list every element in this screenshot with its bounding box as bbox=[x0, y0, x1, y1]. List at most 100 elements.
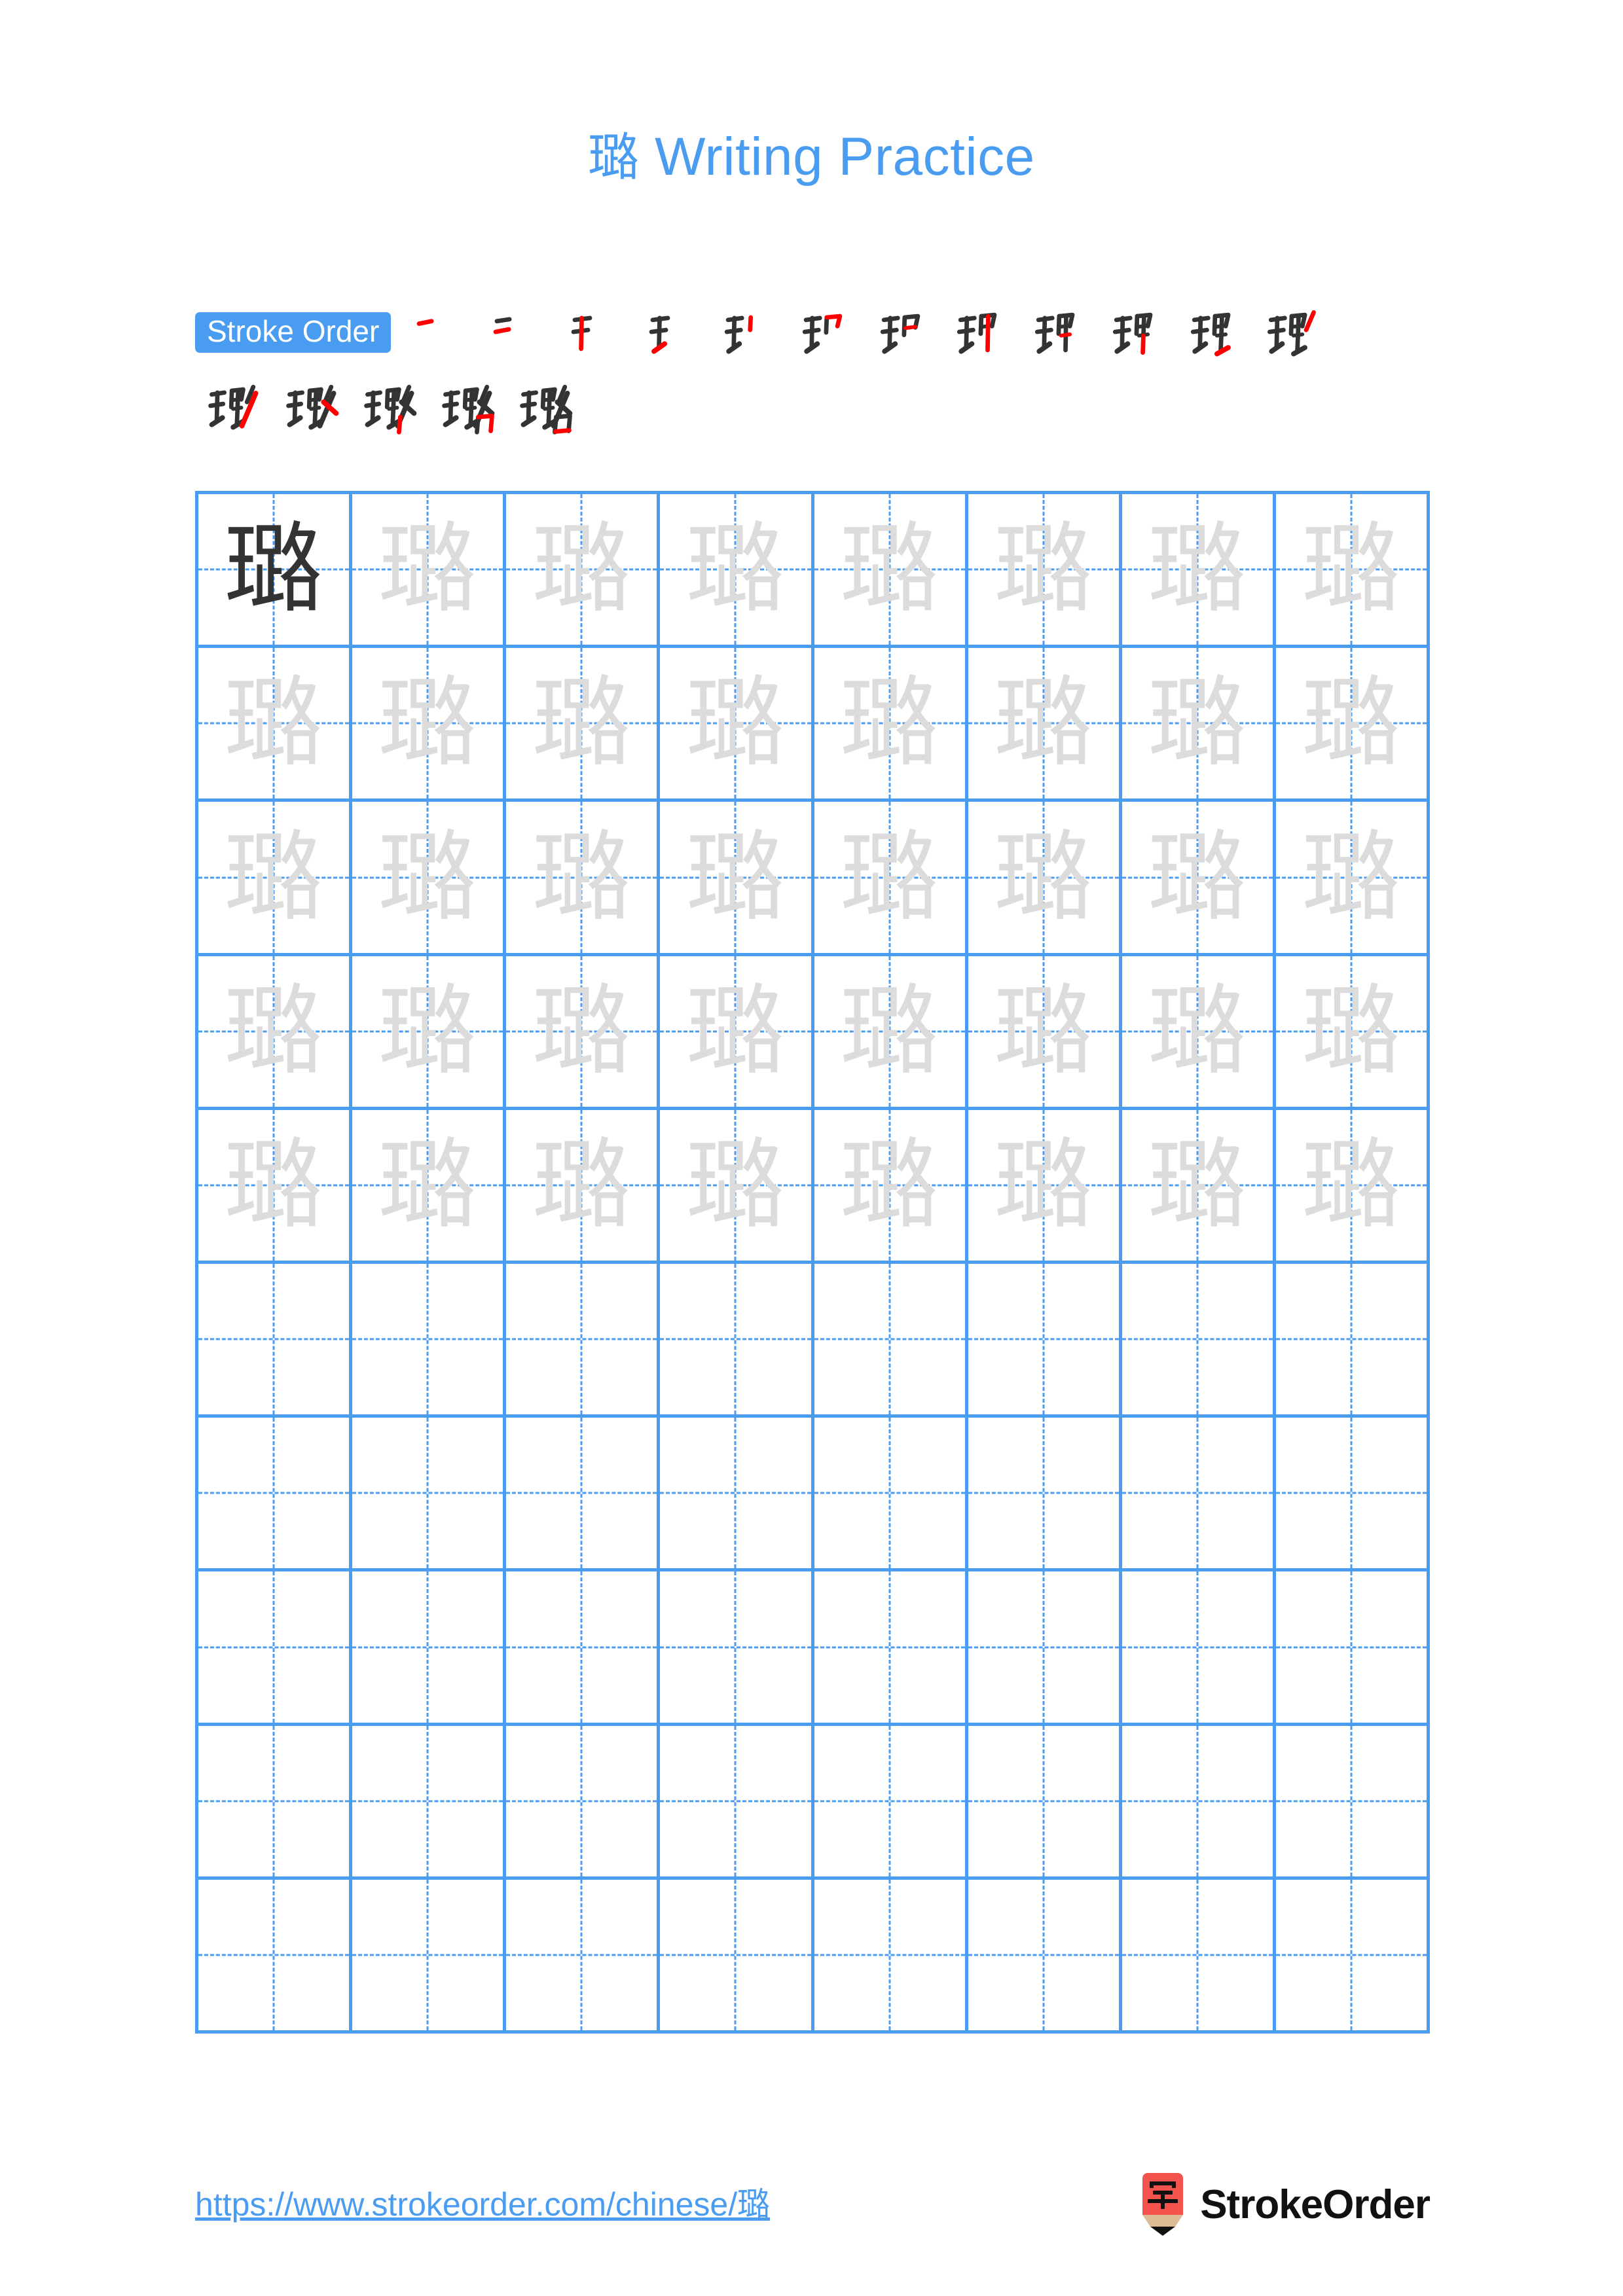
practice-cell[interactable]: 璐 bbox=[1276, 1109, 1430, 1261]
practice-char: 璐 bbox=[840, 512, 939, 627]
practice-cell[interactable]: 璐 bbox=[352, 648, 507, 799]
practice-char: 璐 bbox=[1302, 820, 1400, 935]
practice-cell-blank[interactable] bbox=[814, 1725, 968, 1876]
practice-cell-blank[interactable] bbox=[968, 1571, 1122, 1723]
practice-cell-blank[interactable] bbox=[968, 1879, 1122, 2031]
practice-cell-blank[interactable] bbox=[1276, 1879, 1430, 2031]
practice-cell-blank[interactable] bbox=[814, 1879, 968, 2031]
practice-cell[interactable]: 璐 bbox=[660, 802, 814, 953]
practice-cell-blank[interactable] bbox=[506, 1418, 661, 1569]
practice-cell-blank[interactable] bbox=[1276, 1725, 1430, 1876]
stroke-step-7 bbox=[862, 301, 940, 364]
practice-cell[interactable]: 璐 bbox=[1122, 802, 1276, 953]
practice-cell-blank[interactable] bbox=[1122, 1725, 1276, 1876]
source-url-link[interactable]: https://www.strokeorder.com/chinese/璐 bbox=[195, 2178, 770, 2225]
practice-cell-blank[interactable] bbox=[506, 1264, 661, 1415]
stroke-order-section: Stroke Order bbox=[195, 296, 1439, 442]
practice-cell-blank[interactable] bbox=[352, 1264, 507, 1415]
practice-cell[interactable]: 璐 bbox=[1122, 648, 1276, 799]
page-title-character: 璐 bbox=[588, 128, 640, 187]
practice-cell[interactable]: 璐 bbox=[814, 956, 968, 1107]
practice-cell[interactable]: 璐 bbox=[506, 956, 661, 1107]
practice-cell[interactable]: 璐 bbox=[814, 648, 968, 799]
practice-cell[interactable]: 璐 bbox=[198, 802, 353, 953]
practice-cell-blank[interactable] bbox=[814, 1264, 968, 1415]
practice-cell[interactable]: 璐 bbox=[1276, 648, 1430, 799]
practice-char: 璐 bbox=[225, 666, 323, 781]
practice-cell[interactable]: 璐 bbox=[660, 648, 814, 799]
practice-cell[interactable]: 璐 bbox=[660, 494, 814, 645]
practice-cell[interactable]: 璐 bbox=[198, 1109, 353, 1261]
practice-cell-blank[interactable] bbox=[506, 1725, 661, 1876]
practice-cell-blank[interactable] bbox=[660, 1725, 814, 1876]
practice-cell[interactable]: 璐 bbox=[352, 494, 507, 645]
practice-grid: 璐 璐 璐 璐 璐 璐 璐 璐 璐 璐 璐 璐 璐 璐 璐 璐 璐 璐 璐 璐 … bbox=[195, 491, 1430, 2034]
practice-cell-blank[interactable] bbox=[1122, 1264, 1276, 1415]
practice-cell-blank[interactable] bbox=[660, 1418, 814, 1569]
practice-char: 璐 bbox=[225, 1128, 323, 1242]
practice-cell-blank[interactable] bbox=[1276, 1571, 1430, 1723]
practice-cell-blank[interactable] bbox=[1276, 1418, 1430, 1569]
practice-cell-blank[interactable] bbox=[198, 1418, 353, 1569]
practice-cell-blank[interactable] bbox=[352, 1879, 507, 2031]
practice-cell[interactable]: 璐 bbox=[660, 1109, 814, 1261]
practice-cell[interactable]: 璐 bbox=[660, 956, 814, 1107]
practice-grid-row-6 bbox=[198, 1264, 1430, 1418]
practice-cell[interactable]: 璐 bbox=[198, 956, 353, 1107]
practice-cell[interactable]: 璐 bbox=[352, 956, 507, 1107]
practice-cell-blank[interactable] bbox=[968, 1725, 1122, 1876]
practice-cell[interactable]: 璐 bbox=[506, 494, 661, 645]
practice-char: 璐 bbox=[686, 820, 785, 935]
practice-cell[interactable]: 璐 bbox=[1122, 494, 1276, 645]
practice-cell[interactable]: 璐 bbox=[814, 1109, 968, 1261]
practice-cell-blank[interactable] bbox=[198, 1264, 353, 1415]
practice-cell[interactable]: 璐 bbox=[1276, 802, 1430, 953]
practice-cell[interactable]: 璐 bbox=[352, 802, 507, 953]
practice-cell[interactable]: 璐 bbox=[1122, 1109, 1276, 1261]
practice-cell[interactable]: 璐 bbox=[506, 1109, 661, 1261]
practice-cell[interactable]: 璐 bbox=[968, 802, 1122, 953]
practice-cell-blank[interactable] bbox=[198, 1571, 353, 1723]
practice-cell-blank[interactable] bbox=[660, 1571, 814, 1723]
practice-grid-row-3: 璐 璐 璐 璐 璐 璐 璐 璐 bbox=[198, 802, 1430, 956]
practice-cell-blank[interactable] bbox=[968, 1418, 1122, 1569]
practice-cell[interactable]: 璐 bbox=[968, 494, 1122, 645]
practice-cell[interactable]: 璐 bbox=[506, 648, 661, 799]
practice-cell[interactable]: 璐 bbox=[814, 494, 968, 645]
strokeorder-logo[interactable]: StrokeOrder bbox=[1139, 2173, 1431, 2236]
practice-cell[interactable]: 璐 bbox=[1276, 956, 1430, 1107]
page-footer: https://www.strokeorder.com/chinese/璐 St… bbox=[0, 2173, 1623, 2251]
practice-cell-blank[interactable] bbox=[506, 1879, 661, 2031]
practice-cell[interactable]: 璐 bbox=[506, 802, 661, 953]
practice-cell-blank[interactable] bbox=[660, 1264, 814, 1415]
practice-grid-row-1: 璐 璐 璐 璐 璐 璐 璐 璐 bbox=[198, 494, 1430, 649]
practice-cell[interactable]: 璐 bbox=[968, 648, 1122, 799]
practice-cell-blank[interactable] bbox=[814, 1571, 968, 1723]
practice-cell-blank[interactable] bbox=[1276, 1264, 1430, 1415]
practice-cell[interactable]: 璐 bbox=[352, 1109, 507, 1261]
stroke-step-16 bbox=[429, 374, 507, 437]
stroke-step-5 bbox=[706, 301, 784, 364]
practice-cell[interactable]: 璐 bbox=[198, 648, 353, 799]
practice-cell-blank[interactable] bbox=[198, 1725, 353, 1876]
practice-cell[interactable]: 璐 bbox=[814, 802, 968, 953]
practice-cell-blank[interactable] bbox=[352, 1418, 507, 1569]
stroke-step-2 bbox=[473, 301, 551, 364]
practice-cell-blank[interactable] bbox=[968, 1264, 1122, 1415]
practice-cell-blank[interactable] bbox=[1122, 1879, 1276, 2031]
practice-cell[interactable]: 璐 bbox=[1276, 494, 1430, 645]
practice-cell-model[interactable]: 璐 bbox=[198, 494, 353, 645]
practice-cell-blank[interactable] bbox=[352, 1571, 507, 1723]
practice-cell-blank[interactable] bbox=[198, 1879, 353, 2031]
practice-cell-blank[interactable] bbox=[506, 1571, 661, 1723]
practice-cell-blank[interactable] bbox=[660, 1879, 814, 2031]
practice-cell-blank[interactable] bbox=[814, 1418, 968, 1569]
practice-cell[interactable]: 璐 bbox=[968, 1109, 1122, 1261]
practice-cell-blank[interactable] bbox=[1122, 1418, 1276, 1569]
practice-grid-row-9 bbox=[198, 1725, 1430, 1880]
practice-cell[interactable]: 璐 bbox=[968, 956, 1122, 1107]
practice-cell-blank[interactable] bbox=[352, 1725, 507, 1876]
stroke-step-15 bbox=[351, 374, 429, 437]
practice-cell-blank[interactable] bbox=[1122, 1571, 1276, 1723]
practice-cell[interactable]: 璐 bbox=[1122, 956, 1276, 1107]
